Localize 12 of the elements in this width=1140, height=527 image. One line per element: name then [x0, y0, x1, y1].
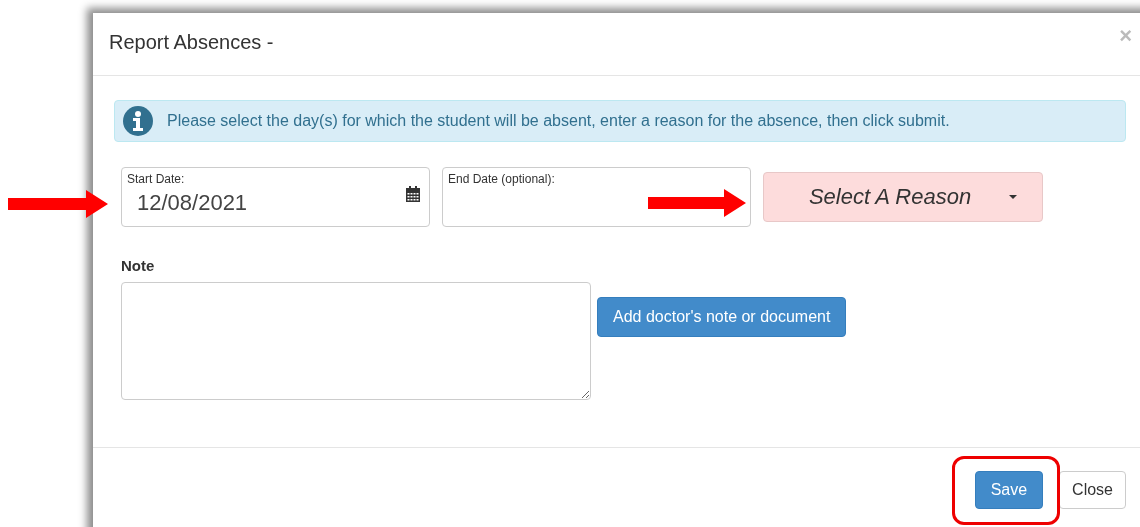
- end-date-field[interactable]: End Date (optional):: [442, 167, 751, 227]
- note-label: Note: [121, 257, 156, 274]
- save-button[interactable]: Save: [974, 471, 1044, 509]
- caret-icon: [1009, 195, 1018, 199]
- dialog-title: Report Absences -: [109, 30, 274, 54]
- info-icon: [123, 106, 153, 136]
- alert-message: Please select the day(s) for which the student will be absent, enter a reason for the absence, then click submit.: [167, 112, 950, 130]
- reason-dropdown[interactable]: Select A Reason: [763, 172, 1043, 222]
- start-date-field[interactable]: Start Date: 12/08/2021: [121, 167, 430, 227]
- close-button[interactable]: Close: [1059, 471, 1126, 509]
- attach-button[interactable]: Add doctor's note or document: [597, 297, 847, 337]
- calendar-icon[interactable]: [406, 186, 420, 202]
